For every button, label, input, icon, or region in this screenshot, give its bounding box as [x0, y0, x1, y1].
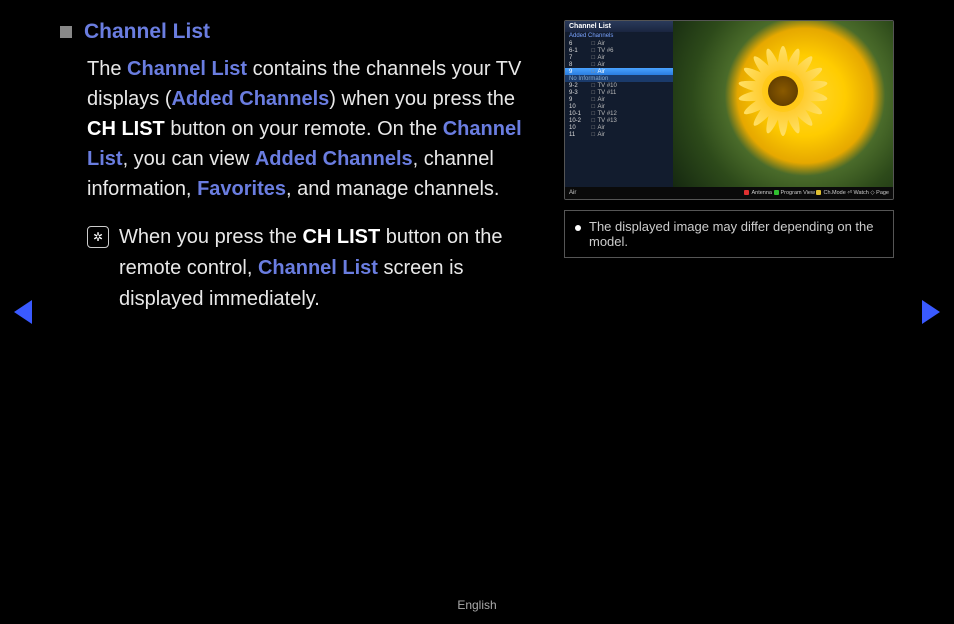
- paragraph-1: The Channel List contains the channels y…: [87, 54, 544, 204]
- channel-list-panel: Channel List Added Channels 6☐Air6-1☐TV …: [565, 21, 673, 187]
- osd-bottom-bar: Air Antenna Program View Ch.Mode ⏎ Watch…: [565, 187, 893, 199]
- next-page-arrow[interactable]: [922, 300, 940, 324]
- caption-box: The displayed image may differ depending…: [564, 210, 894, 258]
- channel-row: 10☐Air: [565, 103, 673, 110]
- channel-row: 10-2☐TV #13: [565, 117, 673, 124]
- link-channel-list: Channel List: [127, 58, 247, 80]
- text: , and manage channels.: [286, 178, 500, 200]
- osd-hint: ⏎ Watch: [847, 190, 870, 196]
- panel-title: Channel List: [565, 21, 673, 32]
- caption-text: The displayed image may differ depending…: [589, 219, 883, 249]
- footer-language: English: [0, 598, 954, 612]
- channel-row: 9☐Air: [565, 68, 673, 75]
- channel-row: 7☐Air: [565, 54, 673, 61]
- channel-row: 9-2☐TV #10: [565, 82, 673, 89]
- text: When you press the: [119, 226, 302, 248]
- remote-icon-glyph: ✲: [93, 230, 103, 244]
- section-bullet-icon: [60, 26, 72, 38]
- channel-row: 10-1☐TV #12: [565, 110, 673, 117]
- tv-preview-image: [673, 21, 893, 187]
- note-paragraph: When you press the CH LIST button on the…: [119, 222, 544, 315]
- channel-row: 10☐Air: [565, 124, 673, 131]
- current-source: Air: [569, 190, 740, 196]
- bold-ch-list: CH LIST: [302, 226, 380, 248]
- example-screenshot: Channel List Added Channels 6☐Air6-1☐TV …: [564, 20, 894, 200]
- panel-subtitle: Added Channels: [565, 32, 673, 40]
- osd-hint: Antenna: [744, 190, 773, 196]
- note-row: ✲ When you press the CH LIST button on t…: [87, 222, 544, 315]
- link-channel-list: Channel List: [258, 257, 378, 279]
- text: button on your remote. On the: [165, 118, 443, 140]
- bullet-icon: [575, 225, 581, 231]
- remote-icon: ✲: [87, 226, 109, 248]
- channel-row: 6☐Air: [565, 40, 673, 47]
- osd-hint: Ch.Mode: [816, 190, 847, 196]
- section-heading: Channel List: [84, 20, 210, 44]
- channel-row: 6-1☐TV #6: [565, 47, 673, 54]
- bold-ch-list: CH LIST: [87, 118, 165, 140]
- link-added-channels: Added Channels: [171, 88, 329, 110]
- channel-row: No Information: [565, 75, 673, 82]
- channel-row: 8☐Air: [565, 61, 673, 68]
- osd-hint: ◇ Page: [870, 190, 889, 196]
- channel-row: 9-3☐TV #11: [565, 89, 673, 96]
- link-favorites: Favorites: [197, 178, 286, 200]
- channel-row: 9☐Air: [565, 96, 673, 103]
- link-added-channels: Added Channels: [255, 148, 413, 170]
- text: ) when you press the: [329, 88, 515, 110]
- text: The: [87, 58, 127, 80]
- text: , you can view: [123, 148, 255, 170]
- osd-hint: Program View: [774, 190, 817, 196]
- prev-page-arrow[interactable]: [14, 300, 32, 324]
- channel-row: 11☐Air: [565, 131, 673, 138]
